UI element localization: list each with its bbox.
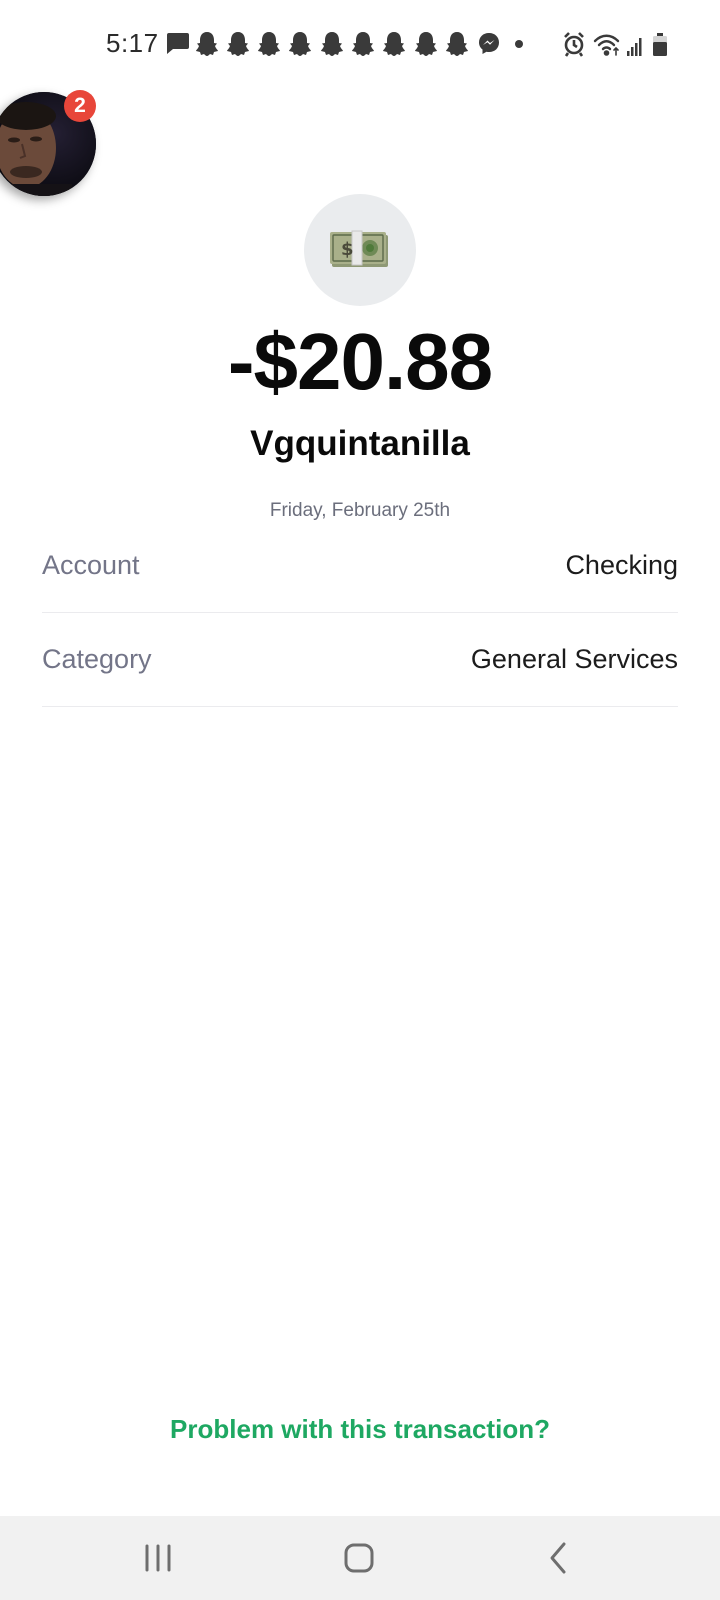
navigation-bar xyxy=(0,1516,720,1600)
svg-text:$: $ xyxy=(341,239,354,260)
snapchat-icon xyxy=(196,32,218,56)
detail-value: General Services xyxy=(470,644,678,674)
snapchat-icon xyxy=(258,32,280,56)
transaction-amount: -$20.88 xyxy=(227,317,493,406)
alarm-icon xyxy=(564,32,584,57)
home-button[interactable] xyxy=(330,1536,390,1580)
merchant-name: Vgquintanilla xyxy=(250,424,470,463)
recents-button[interactable] xyxy=(128,1536,188,1580)
transaction-icon-circle: $ xyxy=(304,194,416,306)
snapchat-icon xyxy=(383,32,405,56)
status-time: 5:17 xyxy=(106,28,159,58)
detail-row-category: Category General Services xyxy=(42,610,678,707)
battery-icon xyxy=(653,33,667,56)
recents-icon xyxy=(145,1544,171,1572)
wifi-icon xyxy=(593,34,620,56)
chathead-bubble[interactable]: 2 xyxy=(0,90,98,202)
snapchat-icon xyxy=(289,32,311,56)
system-icons xyxy=(562,30,672,60)
snapchat-icon xyxy=(227,32,249,56)
notification-icons xyxy=(166,30,536,58)
messenger-icon xyxy=(479,33,499,54)
message-icon xyxy=(167,33,189,54)
snapchat-icon xyxy=(415,32,437,56)
snapchat-icon xyxy=(321,32,343,56)
detail-row-account: Account Checking xyxy=(42,516,678,613)
detail-value: Checking xyxy=(565,550,678,580)
snapchat-icon xyxy=(352,32,374,56)
back-button[interactable] xyxy=(530,1536,590,1580)
more-dot-icon xyxy=(515,40,523,48)
back-icon xyxy=(550,1542,566,1574)
snapchat-icon xyxy=(446,32,468,56)
problem-with-transaction-link[interactable]: Problem with this transaction? xyxy=(0,1414,720,1445)
home-icon xyxy=(344,1543,374,1573)
detail-label: Category xyxy=(42,644,152,674)
detail-label: Account xyxy=(42,550,140,580)
status-bar: 5:17 xyxy=(0,0,720,88)
money-icon: $ xyxy=(330,230,388,267)
notification-badge: 2 xyxy=(64,90,96,122)
transaction-detail-screen: 5:17 2 $ -$20.88 Vgquintanilla Friday, F… xyxy=(0,0,720,1600)
signal-icon xyxy=(627,38,642,56)
